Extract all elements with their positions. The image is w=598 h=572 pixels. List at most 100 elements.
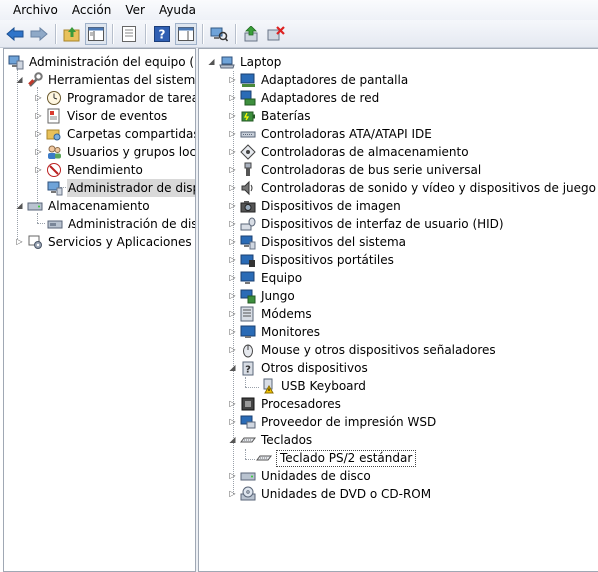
expand-arrow-icon[interactable]: ▷ — [34, 129, 43, 139]
scan-hardware-button[interactable] — [208, 23, 230, 45]
show-action-pane-button[interactable] — [175, 22, 197, 45]
device-category-display-adapters[interactable]: ▷ Adaptadores de pantalla — [228, 71, 409, 89]
tree-item-label: Rendimiento — [67, 163, 143, 177]
expand-arrow-icon[interactable]: ▷ — [34, 147, 43, 157]
tree-item-shared-folders[interactable]: ▷ Carpetas compartidas — [34, 125, 195, 143]
monitor-icon — [240, 324, 256, 340]
device-category-hid[interactable]: ▷ Dispositivos de interfaz de usuario (H… — [228, 215, 505, 233]
expand-arrow-icon[interactable]: ▷ — [228, 489, 237, 499]
up-folder-button[interactable] — [61, 23, 83, 45]
device-ps2-keyboard[interactable]: Teclado PS/2 estándar — [256, 449, 417, 467]
device-category-other-devices[interactable]: ◢ ? Otros dispositivos — [228, 359, 369, 377]
expand-arrow-icon[interactable]: ▷ — [228, 219, 237, 229]
camera-icon — [240, 198, 256, 214]
device-tree-root[interactable]: ◢ Laptop — [207, 53, 282, 71]
device-category-system-devices[interactable]: ▷ Dispositivos del sistema — [228, 233, 407, 251]
menu-accion[interactable]: Acción — [65, 1, 118, 19]
device-category-keyboards[interactable]: ◢ Teclados — [228, 431, 313, 449]
collapse-arrow-icon[interactable]: ◢ — [15, 201, 24, 211]
back-button[interactable] — [4, 23, 26, 45]
dvd-icon — [240, 486, 256, 502]
device-category-label: Monitores — [261, 325, 320, 339]
expand-arrow-icon[interactable]: ▷ — [34, 165, 43, 175]
tree-item-label: Visor de eventos — [67, 109, 168, 123]
device-category-usb-controllers[interactable]: ▷ Controladoras de bus serie universal — [228, 161, 482, 179]
toolbar-separator — [202, 23, 203, 44]
menu-bar: Archivo Acción Ver Ayuda — [0, 0, 598, 20]
tree-item-storage[interactable]: ◢ Almacenamiento — [15, 197, 151, 215]
forward-icon — [30, 26, 48, 41]
expand-arrow-icon[interactable]: ▷ — [228, 75, 237, 85]
expand-arrow-icon[interactable]: ▷ — [228, 165, 237, 175]
tree-item-device-manager[interactable]: Administrador de dispo — [47, 179, 195, 197]
expand-arrow-icon[interactable]: ▷ — [228, 237, 237, 247]
device-category-sound-video-game[interactable]: ▷ Controladoras de sonido y vídeo y disp… — [228, 179, 597, 197]
expand-arrow-icon[interactable]: ▷ — [228, 201, 237, 211]
expand-arrow-icon[interactable]: ▷ — [34, 111, 43, 121]
expand-arrow-icon[interactable]: ▷ — [228, 471, 237, 481]
tree-item-event-viewer[interactable]: ▷ Visor de eventos — [34, 107, 168, 125]
update-driver-button[interactable] — [241, 23, 263, 45]
device-category-wsd-print-provider[interactable]: ▷ Proveedor de impresión WSD — [228, 413, 437, 431]
expand-arrow-icon[interactable]: ▷ — [228, 183, 237, 193]
ide-controller-icon — [240, 126, 256, 142]
performance-icon — [46, 162, 62, 178]
device-category-label: Otros dispositivos — [261, 361, 368, 375]
device-category-mice[interactable]: ▷ Mouse y otros dispositivos señaladores — [228, 341, 497, 359]
tree-item-computer-management[interactable]: Administración del equipo (loc — [8, 53, 195, 71]
expand-arrow-icon[interactable]: ▷ — [228, 93, 237, 103]
collapse-arrow-icon[interactable]: ◢ — [228, 363, 237, 373]
menu-archivo[interactable]: Archivo — [6, 1, 65, 19]
menu-ver[interactable]: Ver — [118, 1, 152, 19]
device-category-disk-drives[interactable]: ▷ Unidades de disco — [228, 467, 372, 485]
properties-button[interactable] — [118, 23, 140, 45]
uninstall-button[interactable] — [265, 23, 287, 45]
tree-item-task-scheduler[interactable]: ▷ Programador de tareas — [34, 89, 195, 107]
console-tree-pane[interactable]: Administración del equipo (loc ◢ Herrami… — [3, 48, 196, 572]
tree-guide-line — [245, 449, 246, 459]
device-category-modems[interactable]: ▷ Módems — [228, 305, 313, 323]
expand-arrow-icon[interactable]: ▷ — [228, 129, 237, 139]
tree-item-local-users-groups[interactable]: ▷ Usuarios y grupos locale — [34, 143, 195, 161]
expand-arrow-icon[interactable]: ▷ — [228, 291, 237, 301]
collapse-arrow-icon[interactable]: ◢ — [207, 57, 216, 67]
expand-arrow-icon[interactable]: ▷ — [228, 417, 237, 427]
device-tree-pane[interactable]: ◢ Laptop ▷ Adaptadores de pantalla ▷ Ada… — [198, 48, 598, 572]
storage-controller-icon — [240, 144, 256, 160]
forward-button[interactable] — [28, 23, 50, 45]
device-category-storage-controllers[interactable]: ▷ Controladoras de almacenamiento — [228, 143, 470, 161]
device-category-processors[interactable]: ▷ Procesadores — [228, 395, 342, 413]
collapse-arrow-icon[interactable]: ◢ — [15, 75, 24, 85]
device-label: USB Keyboard — [281, 379, 366, 393]
device-category-computer[interactable]: ▷ Equipo — [228, 269, 303, 287]
device-category-batteries[interactable]: ▷ Baterías — [228, 107, 312, 125]
tree-item-performance[interactable]: ▷ Rendimiento — [34, 161, 144, 179]
help-button[interactable]: ? — [151, 23, 173, 45]
expand-arrow-icon[interactable]: ▷ — [228, 255, 237, 265]
device-category-monitors[interactable]: ▷ Monitores — [228, 323, 321, 341]
device-category-dvd-cdrom[interactable]: ▷ Unidades de DVD o CD-ROM — [228, 485, 432, 503]
tree-item-services-applications[interactable]: ▷ Servicios y Aplicaciones — [15, 233, 193, 251]
expand-arrow-icon[interactable]: ▷ — [228, 111, 237, 121]
collapse-arrow-icon[interactable]: ◢ — [228, 435, 237, 445]
expand-arrow-icon[interactable]: ▷ — [228, 399, 237, 409]
tree-item-disk-management[interactable]: Administración de disco — [47, 215, 195, 233]
expand-arrow-icon[interactable]: ▷ — [228, 273, 237, 283]
device-category-jungo[interactable]: ▷ Jungo — [228, 287, 296, 305]
device-category-imaging-devices[interactable]: ▷ Dispositivos de imagen — [228, 197, 402, 215]
device-category-ide-controllers[interactable]: ▷ Controladoras ATA/ATAPI IDE — [228, 125, 433, 143]
device-usb-keyboard[interactable]: USB Keyboard — [260, 377, 367, 395]
computer-icon — [240, 270, 256, 286]
expand-arrow-icon[interactable]: ▷ — [228, 309, 237, 319]
tree-item-system-tools[interactable]: ◢ Herramientas del sistema — [15, 71, 195, 89]
device-category-network-adapters[interactable]: ▷ Adaptadores de red — [228, 89, 380, 107]
expand-arrow-icon[interactable]: ▷ — [15, 237, 24, 247]
show-hide-tree-button[interactable] — [85, 22, 107, 45]
expand-arrow-icon[interactable]: ▷ — [228, 327, 237, 337]
expand-arrow-icon[interactable]: ▷ — [228, 147, 237, 157]
menu-ayuda[interactable]: Ayuda — [152, 1, 203, 19]
expand-arrow-icon[interactable]: ▷ — [34, 93, 43, 103]
device-category-portable-devices[interactable]: ▷ Dispositivos portátiles — [228, 251, 395, 269]
expand-arrow-icon[interactable]: ▷ — [228, 345, 237, 355]
sound-icon — [240, 180, 256, 196]
